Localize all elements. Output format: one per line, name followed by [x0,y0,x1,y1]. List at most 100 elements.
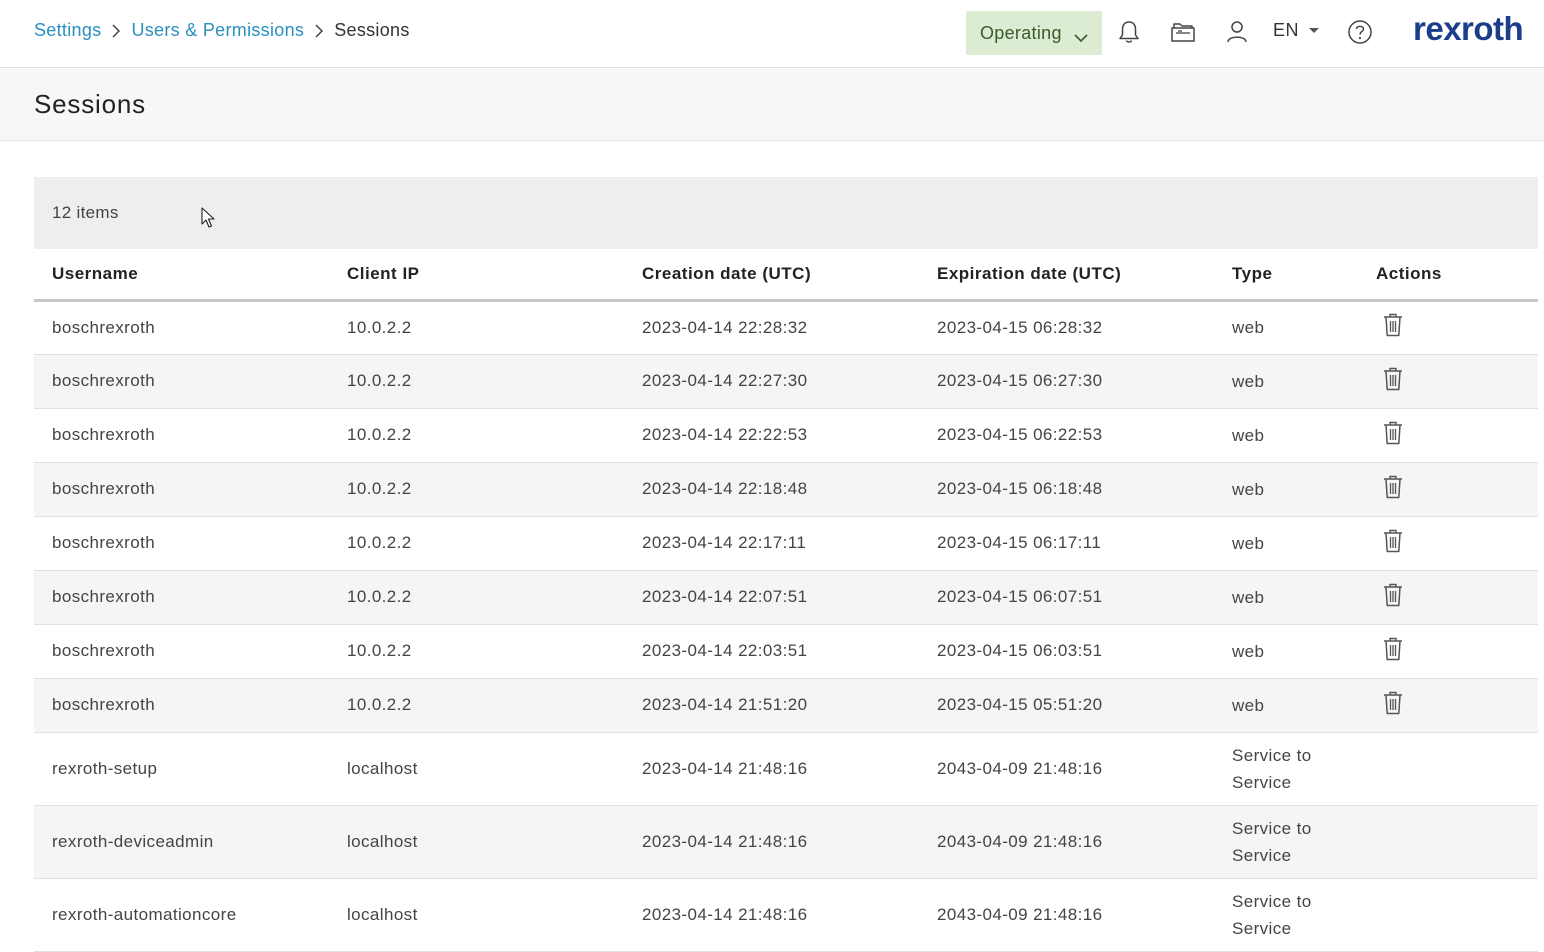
cell-expiration-date: 2023-04-15 06:03:51 [919,624,1214,679]
cell-actions [1358,678,1538,733]
cell-actions [1358,300,1538,355]
cell-expiration-date: 2023-04-15 06:17:11 [919,516,1214,571]
delete-session-trash-icon[interactable] [1382,582,1404,613]
cell-type: Service to Service [1214,732,1358,806]
caret-down-icon [1309,28,1320,33]
cell-client-ip: localhost [329,805,624,879]
cell-creation-date: 2023-04-14 21:48:16 [624,878,919,952]
cell-creation-date: 2023-04-14 22:27:30 [624,354,919,409]
cell-username: rexroth-automationcore [34,878,329,952]
cell-expiration-date: 2043-04-09 21:48:16 [919,805,1214,879]
cell-creation-date: 2023-04-14 22:18:48 [624,462,919,517]
cell-client-ip: 10.0.2.2 [329,408,624,463]
breadcrumb-settings[interactable]: Settings [34,20,101,41]
delete-session-trash-icon[interactable] [1382,528,1404,559]
cell-actions [1358,732,1538,806]
cell-expiration-date: 2043-04-09 21:48:16 [919,878,1214,952]
cell-creation-date: 2023-04-14 22:07:51 [624,570,919,625]
chevron-right-icon [308,20,330,41]
cell-actions [1358,408,1538,463]
cell-expiration-date: 2023-04-15 06:18:48 [919,462,1214,517]
delete-session-trash-icon[interactable] [1382,312,1404,343]
table-row: boschrexroth 10.0.2.2 2023-04-14 22:17:11 2… [34,516,1538,571]
column-header-creation-date[interactable]: Creation date (UTC) [624,249,919,302]
language-selector[interactable]: EN [1273,20,1320,41]
cell-client-ip: 10.0.2.2 [329,570,624,625]
cell-type: web [1214,408,1358,463]
cell-expiration-date: 2023-04-15 06:07:51 [919,570,1214,625]
table-row: rexroth-setup localhost 2023-04-14 21:48:1… [34,732,1538,806]
cell-expiration-date: 2023-04-15 06:22:53 [919,408,1214,463]
breadcrumb-current: Sessions [334,20,410,40]
cell-type: web [1214,462,1358,517]
cell-username: rexroth-deviceadmin [34,805,329,879]
delete-session-trash-icon[interactable] [1382,420,1404,451]
rexroth-logo: rexroth [1413,10,1524,47]
breadcrumb: Settings Users & Permissions Sessions [34,20,410,41]
cell-client-ip: 10.0.2.2 [329,678,624,733]
cell-creation-date: 2023-04-14 22:22:53 [624,408,919,463]
column-header-actions: Actions [1358,249,1538,302]
chevron-right-icon [105,20,127,41]
cell-expiration-date: 2023-04-15 05:51:20 [919,678,1214,733]
column-header-username[interactable]: Username [34,249,329,302]
cell-creation-date: 2023-04-14 21:51:20 [624,678,919,733]
delete-session-trash-icon[interactable] [1382,474,1404,505]
table-row: boschrexroth 10.0.2.2 2023-04-14 22:27:30 2… [34,354,1538,409]
folder-icon[interactable] [1169,18,1197,46]
cell-type: web [1214,300,1358,355]
help-icon[interactable] [1346,18,1374,46]
cell-client-ip: localhost [329,878,624,952]
chevron-down-icon [1074,27,1088,48]
table-row: boschrexroth 10.0.2.2 2023-04-14 22:18:48 2… [34,462,1538,517]
cell-username: boschrexroth [34,462,329,517]
column-header-expiration-date[interactable]: Expiration date (UTC) [919,249,1214,302]
page-title: Sessions [34,89,146,119]
cell-type: web [1214,570,1358,625]
cell-type: web [1214,678,1358,733]
cell-username: boschrexroth [34,624,329,679]
cell-client-ip: 10.0.2.2 [329,516,624,571]
cell-client-ip: 10.0.2.2 [329,624,624,679]
cell-type: Service to Service [1214,878,1358,952]
column-header-client-ip[interactable]: Client IP [329,249,624,302]
cell-client-ip: 10.0.2.2 [329,300,624,355]
cell-actions [1358,462,1538,517]
delete-session-trash-icon[interactable] [1382,690,1404,721]
table-row: boschrexroth 10.0.2.2 2023-04-14 22:03:51 2… [34,624,1538,679]
cell-client-ip: 10.0.2.2 [329,462,624,517]
sessions-table: Username Client IP Creation date (UTC) E… [34,249,1538,952]
cell-creation-date: 2023-04-14 22:03:51 [624,624,919,679]
cell-username: rexroth-setup [34,732,329,806]
delete-session-trash-icon[interactable] [1382,636,1404,667]
bell-icon[interactable] [1115,18,1143,46]
delete-session-trash-icon[interactable] [1382,366,1404,397]
cell-creation-date: 2023-04-14 22:28:32 [624,300,919,355]
cell-actions [1358,516,1538,571]
table-row: rexroth-automationcore localhost 2023-04-1… [34,878,1538,952]
cell-creation-date: 2023-04-14 22:17:11 [624,516,919,571]
mouse-cursor-icon [200,207,216,234]
cell-type: web [1214,354,1358,409]
table-row: boschrexroth 10.0.2.2 2023-04-14 22:07:51 2… [34,570,1538,625]
cell-actions [1358,878,1538,952]
column-header-type[interactable]: Type [1214,249,1358,302]
cell-actions [1358,624,1538,679]
cell-type: web [1214,516,1358,571]
cell-creation-date: 2023-04-14 21:48:16 [624,805,919,879]
operating-mode-dropdown[interactable]: Operating [966,11,1102,55]
top-bar: Settings Users & Permissions Sessions Op… [0,0,1544,68]
cell-creation-date: 2023-04-14 21:48:16 [624,732,919,806]
cell-client-ip: localhost [329,732,624,806]
table-row: rexroth-deviceadmin localhost 2023-04-14 2… [34,805,1538,879]
cell-actions [1358,570,1538,625]
breadcrumb-users-permissions[interactable]: Users & Permissions [131,20,304,41]
cell-username: boschrexroth [34,570,329,625]
cell-username: boschrexroth [34,678,329,733]
table-toolbar: 12 items [34,177,1538,249]
user-icon[interactable] [1223,18,1251,46]
table-header-row: Username Client IP Creation date (UTC) E… [34,249,1538,302]
language-label: EN [1273,20,1300,40]
cell-type: Service to Service [1214,805,1358,879]
table-row: boschrexroth 10.0.2.2 2023-04-14 22:22:53 2… [34,408,1538,463]
